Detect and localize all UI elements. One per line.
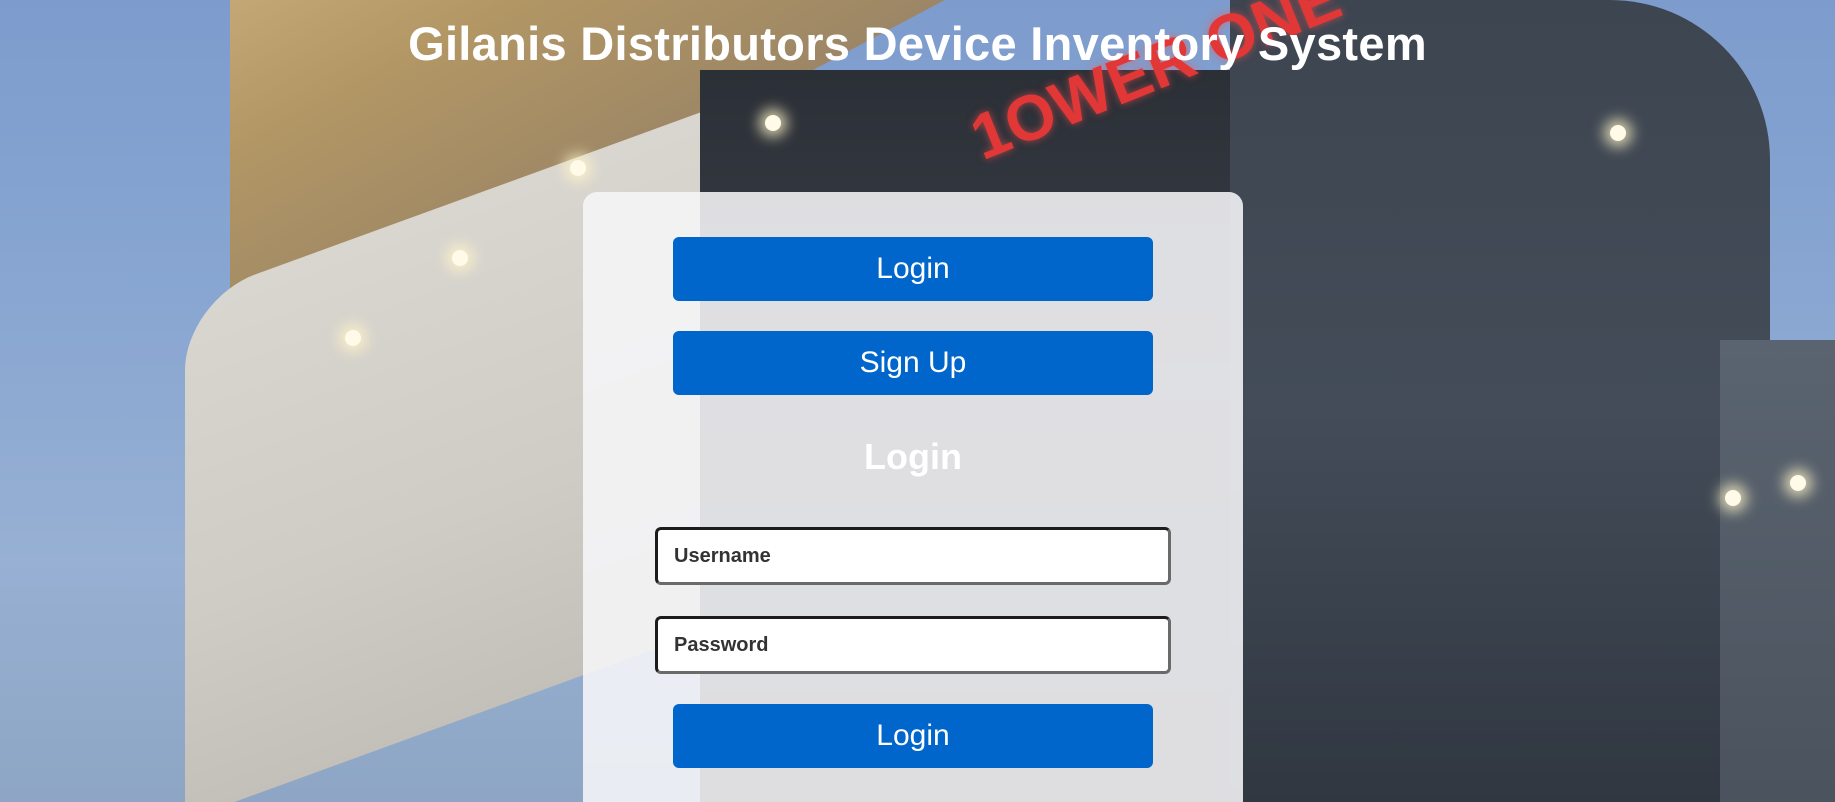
login-submit-button[interactable]: Login <box>673 704 1153 768</box>
building-light <box>570 160 586 176</box>
building-light <box>345 330 361 346</box>
building-light <box>452 250 468 266</box>
building-light <box>1610 125 1626 141</box>
building-light <box>1790 475 1806 491</box>
building-right-annex <box>1720 340 1835 802</box>
login-tab-button[interactable]: Login <box>673 237 1153 301</box>
building-light <box>765 115 781 131</box>
page-title: Gilanis Distributors Device Inventory Sy… <box>408 17 1427 70</box>
password-input[interactable] <box>655 616 1171 674</box>
username-input[interactable] <box>655 527 1171 585</box>
building-right-facade <box>1230 0 1770 802</box>
form-heading: Login <box>864 436 962 477</box>
building-light <box>1725 490 1741 506</box>
signup-tab-button[interactable]: Sign Up <box>673 331 1153 395</box>
auth-card: Login Sign Up Login Login <box>583 192 1243 802</box>
